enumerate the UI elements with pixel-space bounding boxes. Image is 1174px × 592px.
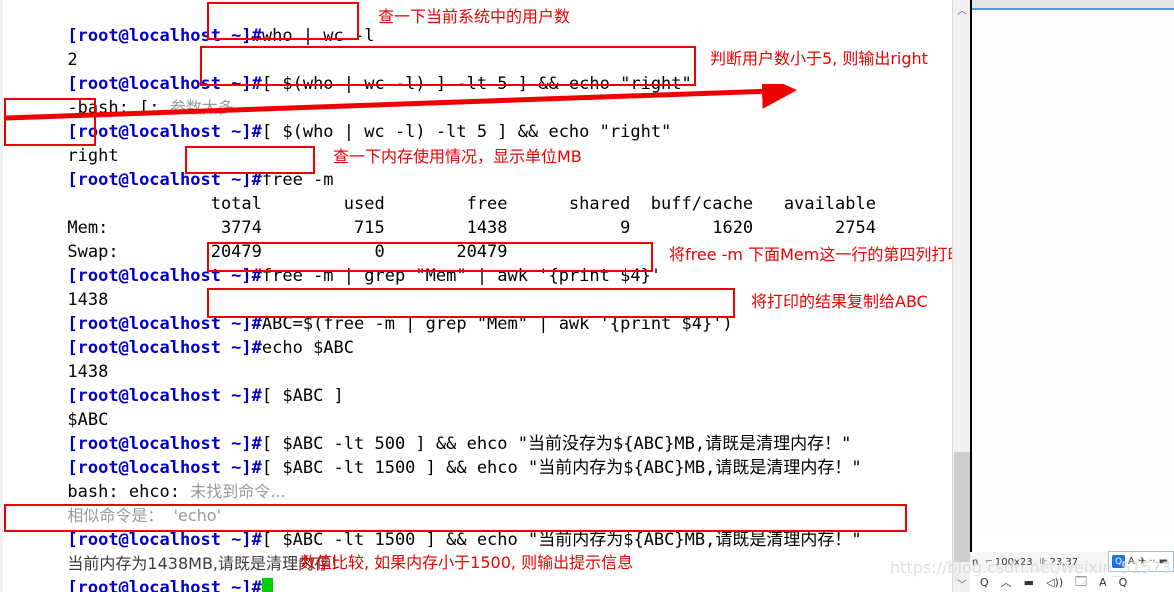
note-assign-abc: 将打印的结果复制给ABC <box>751 292 928 311</box>
status-size-value: 100x23 <box>994 556 1033 568</box>
taskbar-ime-icon[interactable]: A <box>1099 576 1107 589</box>
shell-command: [ $(who | wc -l) ] -lt 5 ] && echo "righ… <box>261 74 692 94</box>
terminal-line: [root@localhost ~]#[ $ABC -lt 1500 ] && … <box>6 432 861 478</box>
note-awk-col4: 将free -m 下面Mem这一行的第四列打印出来 <box>669 245 996 264</box>
status-position-value: 23,37 <box>1049 556 1079 568</box>
ime-letter-icon[interactable]: A <box>1128 556 1135 567</box>
right-panel <box>970 0 1174 592</box>
shell-command: [ $ABC -lt 1500 ] && echo "当前内存为${ABC}MB… <box>261 530 862 550</box>
terminal-active-line[interactable]: [root@localhost ~]# <box>6 552 273 592</box>
terminal-line: 当前内存为1438MB,请既是清理内存！ <box>6 528 346 573</box>
terminal-line: $ABC <box>6 384 108 430</box>
ime-badge-icon[interactable]: Q <box>1112 555 1125 568</box>
note-lt5-right: 判断用户数小于5, 则输出right <box>710 49 928 68</box>
taskbar[interactable]: Q ︿ ▬ ◁)) 🗔 A Q <box>970 572 1174 592</box>
terminal-line: [root@localhost ~]#free -m | grep "Mem" … <box>6 240 661 286</box>
shell-prompt: [root@localhost ~]# <box>67 578 262 592</box>
note-free-mb: 查一下内存使用情况，显示单位MB <box>333 147 582 166</box>
free-table-row-mem: Mem: 3774 715 1438 9 1620 2754 <box>6 192 876 238</box>
scroll-up-icon[interactable]: ︿ <box>953 0 971 18</box>
free-table-row-swap: Swap: 20479 0 20479 <box>6 216 507 262</box>
terminal-line: [root@localhost ~]#who | wc -l <box>6 0 374 46</box>
terminal-left-edge <box>0 0 3 592</box>
terminal-line: [root@localhost ~]#[ $(who | wc -l) -lt … <box>6 96 671 142</box>
terminal-line: [root@localhost ~]#[ $ABC -lt 1500 ] && … <box>6 504 861 550</box>
shell-command: who | wc -l <box>261 26 375 46</box>
taskbar-chevron-up-icon[interactable]: ︿ <box>1001 574 1012 590</box>
shell-command: free -m | grep "Mem" | awk '{print $4}' <box>261 266 662 286</box>
note-users-count: 查一下当前系统中的用户数 <box>378 7 571 26</box>
position-icon: ⊪ <box>1039 557 1048 567</box>
ime-moon-icon[interactable]: ✈ <box>1138 556 1146 567</box>
terminal-line: [root@localhost ~]#[ $ABC ] <box>6 360 343 406</box>
terminal-line: [root@localhost ~]#[ $ABC -lt 500 ] && e… <box>6 408 851 454</box>
ime-keyboard-icon[interactable]: ▬ <box>1159 556 1168 567</box>
terminal-line: [root@localhost ~]#[ $(who | wc -l) ] -l… <box>6 48 691 94</box>
size-icon: ⌐ <box>985 557 993 567</box>
status-truncated-label: n <box>972 556 979 568</box>
taskbar-volume-icon[interactable]: ◁)) <box>1046 576 1063 589</box>
terminal-line: -bash: [: 参数太多 <box>6 72 233 118</box>
terminal-line: right <box>6 120 118 166</box>
right-panel-content <box>972 10 1174 534</box>
terminal-line: 1438 <box>6 264 108 310</box>
terminal-scrollbar[interactable]: ︿ ﹀ <box>952 0 971 592</box>
taskbar-app-icon[interactable]: Q <box>1119 576 1128 589</box>
ime-punct-icon[interactable]: ·· <box>1149 556 1155 567</box>
ime-tray[interactable]: Q A ✈ ·· ▬ <box>1108 551 1174 572</box>
terminal-line: bash: ehco: 未找到命令... <box>6 456 285 502</box>
status-position: ⊪ 23,37 <box>1040 557 1078 568</box>
scrollbar-thumb[interactable] <box>954 452 970 562</box>
terminal-line: 相似命令是： 'echo' <box>6 480 221 525</box>
taskbar-display-icon[interactable]: 🗔 <box>1075 573 1087 592</box>
shell-prompt: [root@localhost ~]# <box>67 26 262 46</box>
shell-command: echo $ABC <box>261 338 355 358</box>
free-table-header: total used free shared buff/cache availa… <box>6 168 876 214</box>
terminal-line: 2 <box>6 24 77 70</box>
screen: [root@localhost ~]#who | wc -l 2 [root@l… <box>0 0 1174 592</box>
terminal-line: [root@localhost ~]#free -m <box>6 144 333 190</box>
terminal-line: [root@localhost ~]#ABC=$(free -m | grep … <box>6 288 732 334</box>
terminal-cursor <box>261 578 273 592</box>
note-compare-1500: 数值比较, 如果内存小于1500, 则输出提示信息 <box>300 553 634 572</box>
right-panel-titlebar <box>972 0 1174 8</box>
shell-command: [ $ABC ] <box>261 386 344 406</box>
taskbar-search-icon[interactable]: Q <box>980 576 989 589</box>
status-size: ⌐ 100x23 <box>985 557 1032 568</box>
terminal-line: [root@localhost ~]#echo $ABC <box>6 312 354 358</box>
shell-command: [ $ABC -lt 1500 ] && ehco "当前内存为${ABC}MB… <box>261 458 862 478</box>
terminal-line: 1438 <box>6 336 108 382</box>
taskbar-battery-icon[interactable]: ▬ <box>1024 576 1034 589</box>
shell-command: [ $(who | wc -l) -lt 5 ] && echo "right" <box>261 122 672 142</box>
watermark-check-icon: ✓ <box>952 566 965 584</box>
